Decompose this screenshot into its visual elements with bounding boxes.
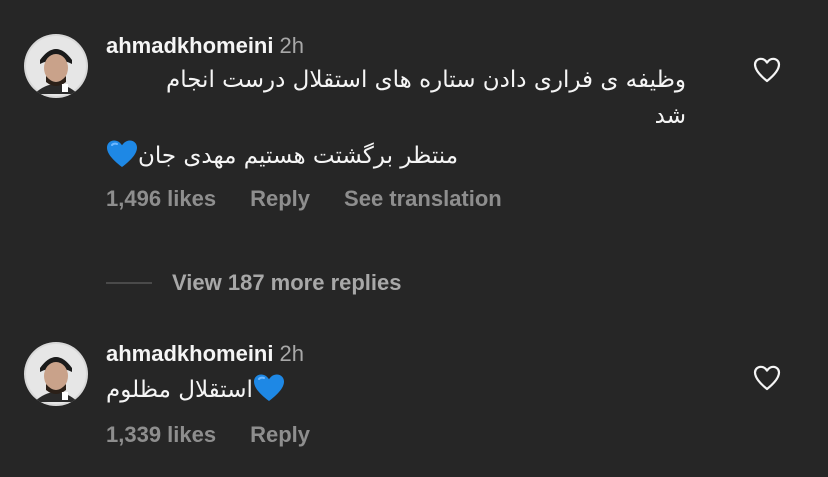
like-button[interactable] <box>752 56 782 84</box>
avatar-image <box>24 342 88 406</box>
blue-heart-emoji <box>253 374 284 401</box>
comment-actions: 1,339 likes Reply <box>106 420 706 450</box>
avatar[interactable] <box>24 342 88 406</box>
timestamp[interactable]: 2h <box>279 341 303 366</box>
comment-text: استقلال مظلوم <box>106 372 686 408</box>
comment-text: وظیفه ی فراری دادن ستاره های استقلال درس… <box>106 62 686 174</box>
comment-text-line: وظیفه ی فراری دادن ستاره های استقلال درس… <box>165 67 686 93</box>
comment-body: ahmadkhomeini 2h وظیفه ی فراری دادن ستاره… <box>106 30 706 214</box>
username[interactable]: ahmadkhomeini <box>106 33 273 58</box>
view-more-replies[interactable]: View 187 more replies <box>106 268 402 298</box>
heart-outline-icon <box>753 365 781 391</box>
likes-count[interactable]: 1,339 likes <box>106 422 216 447</box>
comment-header: ahmadkhomeini 2h <box>106 30 706 62</box>
avatar-image <box>24 34 88 98</box>
blue-heart-emoji <box>107 140 137 167</box>
username[interactable]: ahmadkhomeini <box>106 341 273 366</box>
comment-header: ahmadkhomeini 2h <box>106 338 706 370</box>
comment-actions: 1,496 likes Reply See translation <box>106 184 706 214</box>
like-button[interactable] <box>752 364 782 392</box>
reply-button[interactable]: Reply <box>250 186 310 211</box>
see-translation-button[interactable]: See translation <box>344 186 502 211</box>
comment-body: ahmadkhomeini 2h استقلال مظلوم 1,339 like… <box>106 338 706 450</box>
comment-text-line: شد <box>654 103 686 129</box>
comment-text-line: استقلال مظلوم <box>106 377 253 403</box>
replies-divider <box>106 282 152 284</box>
comment-text-line-with-emoji: استقلال مظلوم <box>106 372 686 408</box>
likes-count[interactable]: 1,496 likes <box>106 186 216 211</box>
comment-text-line-with-emoji: منتظر برگشتت هستیم مهدی جان <box>106 138 686 174</box>
reply-button[interactable]: Reply <box>250 422 310 447</box>
avatar[interactable] <box>24 34 88 98</box>
view-more-replies-label[interactable]: View 187 more replies <box>172 270 402 296</box>
heart-outline-icon <box>753 57 781 83</box>
timestamp[interactable]: 2h <box>279 33 303 58</box>
comment-text-line: منتظر برگشتت هستیم مهدی جان <box>138 143 459 169</box>
